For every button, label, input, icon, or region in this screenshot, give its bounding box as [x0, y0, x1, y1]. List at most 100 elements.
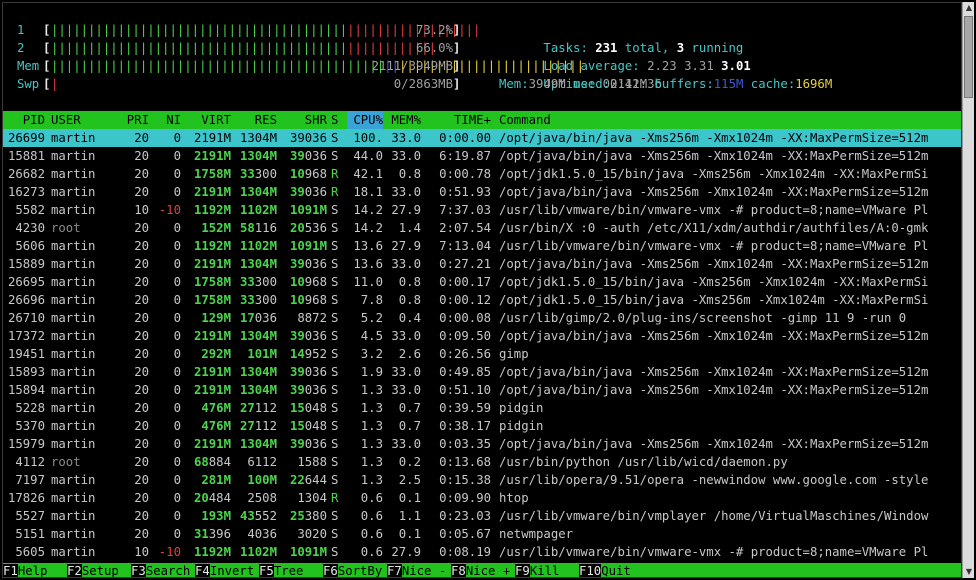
function-key-bar: F1Help F2Setup F3Search F4Invert F5Tree F6Sor…	[3, 563, 961, 578]
cell-ni: 0	[173, 509, 181, 523]
cell-res: 100M	[247, 473, 277, 487]
column-header-s[interactable]: S	[331, 111, 345, 129]
cell-pri: 20	[134, 275, 149, 289]
process-row[interactable]: 17826 martin 20 0 20484 2508 1304 R 0.6 0.1 0:09.9…	[3, 489, 961, 507]
cell-shr-units: 968	[304, 167, 327, 181]
cell-s: S	[331, 455, 339, 469]
scroll-up-arrow-icon[interactable]: ▲	[964, 3, 974, 13]
cell-cpu: 0.6	[360, 527, 383, 541]
cell-shr-units: 036	[304, 383, 327, 397]
cell-time: 0:51.10	[439, 383, 491, 397]
cell-pid: 15894	[7, 383, 45, 397]
cpu1-percent: 73.2%	[415, 23, 453, 37]
fkey-f2-button[interactable]: F2Setup	[67, 563, 119, 577]
cell-res-thousands: 33	[239, 275, 255, 289]
cell-pri: 10	[134, 203, 149, 217]
process-row[interactable]: 26710 martin 20 0 129M 17036 8872 S 5.2 0.4 0:00.0…	[3, 309, 961, 327]
process-row[interactable]: 15889 martin 20 0 2191M 1304M 39036 S 13.6 33.0 0:…	[3, 255, 961, 273]
process-row[interactable]: 4112 root 20 0 68884 6112 1588 S 1.3 0.2 0:13.68/u…	[3, 453, 961, 471]
cell-mem: 0.2	[398, 455, 421, 469]
process-row[interactable]: 16273 martin 20 0 2191M 1304M 39036 R 18.1 33.0 0:…	[3, 183, 961, 201]
column-header-pri[interactable]: PRI	[115, 111, 149, 129]
process-row[interactable]: 5151 martin 20 0 31396 4036 3020 S 0.6 0.1 0:05.67…	[3, 525, 961, 543]
column-header-time[interactable]: TIME+	[425, 111, 491, 129]
process-row[interactable]: 5527 martin 20 0 193M 43552 25380 S 0.6 1.1 0:23.0…	[3, 507, 961, 525]
process-row[interactable]: 26682 martin 20 0 1758M 33300 10968 R 42.1 0.8 0:0…	[3, 165, 961, 183]
column-header-virt[interactable]: VIRT	[183, 111, 231, 129]
mem-summary-label: Mem:	[499, 77, 529, 91]
cell-shr-thousands: 39	[289, 437, 305, 451]
cell-mem: 1.4	[398, 221, 421, 235]
cell-cmd: /opt/jdk1.5.0_15/bin/java -Xms256m -Xmx1…	[499, 275, 929, 289]
column-header-cmd[interactable]: Command	[499, 111, 961, 129]
fkey-f6-button[interactable]: F6SortBy	[323, 563, 382, 577]
process-row[interactable]: 15979 martin 20 0 2191M 1304M 39036 S 1.3 33.0 0:0…	[3, 435, 961, 453]
cell-user: martin	[51, 185, 96, 199]
cell-virt-thousands: 68	[193, 455, 209, 469]
cell-pid: 4230	[15, 221, 45, 235]
column-header-cpu[interactable]: CPU%	[347, 111, 383, 129]
vertical-scrollbar[interactable]: ▲ ▼	[962, 2, 974, 578]
cell-res-thousands: 27	[239, 401, 255, 415]
process-row[interactable]: 7197 martin 20 0 281M 100M 22644 S 1.3 2.5 0:15.38…	[3, 471, 961, 489]
cell-shr: 22644	[279, 471, 327, 489]
cell-shr-units: 968	[304, 275, 327, 289]
cell-shr: 8872	[297, 311, 327, 325]
cell-mem: 1.1	[398, 509, 421, 523]
meter-bar-segment: ||||||||||||||||||||||||||||||||||||||||	[51, 23, 348, 37]
cell-res-units: 300	[254, 293, 277, 307]
cell-shr: 15048	[279, 417, 327, 435]
column-header-mem[interactable]: MEM%	[387, 111, 421, 129]
fkey-f5-button[interactable]: F5Tree	[259, 563, 303, 577]
cell-s: S	[331, 365, 339, 379]
fkey-label: Help	[17, 564, 48, 578]
process-row-selected[interactable]: 26699 martin 20 0 2191M 1304M 39036 S 100. 33.0 0:…	[3, 129, 961, 147]
process-row[interactable]: 15894 martin 20 0 2191M 1304M 39036 S 1.3 33.0 0:5…	[3, 381, 961, 399]
cell-cmd: /opt/java/bin/java -Xms256m -Xmx1024m -X…	[499, 437, 929, 451]
cell-mem: 2.6	[398, 347, 421, 361]
column-header-res[interactable]: RES	[231, 111, 277, 129]
cell-shr-thousands: 10	[289, 293, 305, 307]
cell-user: root	[51, 221, 81, 235]
process-row[interactable]: 15893 martin 20 0 2191M 1304M 39036 S 1.9 33.0 0:4…	[3, 363, 961, 381]
cell-virt: 1758M	[193, 293, 231, 307]
process-row[interactable]: 26695 martin 20 0 1758M 33300 10968 S 11.0 0.8 0:0…	[3, 273, 961, 291]
cell-res: 1102M	[239, 545, 277, 559]
cell-shr-units: 048	[304, 419, 327, 433]
fkey-f3-button[interactable]: F3Search	[131, 563, 190, 577]
fkey-f1-button[interactable]: F1Help	[3, 563, 48, 578]
cell-pri: 20	[134, 149, 149, 163]
process-row[interactable]: 5606 martin 20 0 1192M 1102M 1091M S 13.6 27.9 7:1…	[3, 237, 961, 255]
scroll-down-arrow-icon[interactable]: ▼	[964, 567, 974, 577]
fkey-key: F7	[387, 564, 402, 578]
cell-ni: 0	[173, 437, 181, 451]
process-row[interactable]: 5228 martin 20 0 476M 27112 15048 S 1.3 0.7 0:39.5…	[3, 399, 961, 417]
fkey-f10-button[interactable]: F10Quit	[579, 563, 631, 577]
column-header-shr[interactable]: SHR	[279, 111, 327, 129]
fkey-f8-button[interactable]: F8Nice +	[451, 563, 510, 577]
buffers-label: buffers:	[654, 77, 714, 91]
fkey-f4-button[interactable]: F4Invert	[195, 563, 254, 577]
process-row[interactable]: 17372 martin 20 0 2191M 1304M 39036 S 4.5 33.0 0:0…	[3, 327, 961, 345]
cell-virt: 2191M	[193, 365, 231, 379]
process-row[interactable]: 26696 martin 20 0 1758M 33300 10968 S 7.8 0.8 0:00…	[3, 291, 961, 309]
process-row[interactable]: 15881 martin 20 0 2191M 1304M 39036 S 44.0 33.0 6:…	[3, 147, 961, 165]
uptime-line: Uptime: 00:42:36	[499, 57, 661, 91]
swap-label: Swp	[17, 77, 40, 91]
fkey-f7-button[interactable]: F7Nice -	[387, 563, 446, 578]
cell-time: 0:00.12	[439, 293, 491, 307]
memory-summary-line: Mem:3949M used:2111M buffers:115M cache:…	[499, 75, 832, 93]
cell-ni: 0	[173, 455, 181, 469]
column-header-user[interactable]: USER	[51, 111, 121, 129]
process-row[interactable]: 5582 martin 10 -10 1192M 1102M 1091M S 14.2 27.9 7…	[3, 201, 961, 219]
column-header-ni[interactable]: NI	[153, 111, 181, 129]
process-row[interactable]: 4230 root 20 0 152M 58116 20536 S 14.2 1.4 2:07.54…	[3, 219, 961, 237]
fkey-f9-button[interactable]: F9Kill	[515, 563, 559, 577]
process-row[interactable]: 5605 martin 10 -10 1192M 1102M 1091M S 0.6 27.9 0:…	[3, 543, 961, 561]
scrollbar-thumb[interactable]	[964, 16, 973, 98]
column-header-pid[interactable]: PID	[3, 111, 45, 129]
process-row[interactable]: 5370 martin 20 0 476M 27112 15048 S 1.3 0.7 0:38.1…	[3, 417, 961, 435]
cell-res-thousands: 27	[239, 419, 255, 433]
process-row[interactable]: 19451 martin 20 0 292M 101M 14952 S 3.2 2.6 0:26.5…	[3, 345, 961, 363]
swap-value: 0/2863MB	[393, 77, 453, 91]
